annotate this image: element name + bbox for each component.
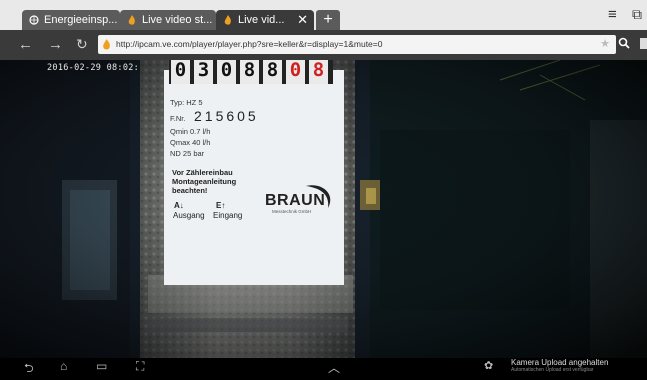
reload-icon[interactable]: ↻: [76, 36, 88, 53]
tab-strip: Energieeinsp... Live video st... Live vi…: [0, 0, 647, 30]
serial-number: 215605: [194, 108, 259, 124]
back-arrow-icon[interactable]: ←: [18, 36, 33, 53]
qmin-spec: Qmin 0.7 l/h: [170, 127, 211, 136]
counter-digit: 0: [217, 60, 236, 84]
flame-icon: [224, 15, 231, 25]
tab-label: Live vid...: [238, 14, 285, 26]
screenshot-icon[interactable]: ⛶: [136, 359, 144, 374]
brand-subtitle: Messtechnik GmbH: [272, 209, 312, 214]
notice-line: Vor Zählereinbau: [172, 168, 233, 177]
counter-digit: 3: [194, 60, 213, 84]
meter-type: Typ: HZ 5: [170, 98, 203, 107]
new-tab-button[interactable]: +: [316, 10, 340, 30]
bookmark-star-icon[interactable]: ★: [600, 35, 610, 54]
search-icon[interactable]: [618, 37, 630, 49]
close-tab-icon[interactable]: ✕: [297, 10, 308, 30]
address-bar: ← → ↻ http://ipcam.ve.com/player/player.…: [0, 30, 647, 60]
tab-switcher-icon[interactable]: ⧉: [632, 6, 642, 23]
url-field[interactable]: http://ipcam.ve.com/player/player.php?sr…: [98, 35, 616, 54]
chevron-up-icon[interactable]: ︿: [328, 359, 340, 376]
video-timestamp: 2016-02-29 08:02:: [47, 63, 140, 73]
recent-apps-icon[interactable]: ▭: [96, 359, 107, 373]
counter-digit-red: 8: [309, 60, 328, 84]
tab-label: Live video st...: [142, 14, 213, 26]
meter-counter: 0 3 0 8 8 0 8: [169, 60, 333, 84]
ausgang-code: A↓: [174, 201, 184, 210]
counter-digit-red: 0: [286, 60, 305, 84]
nd-spec: ND 25 bar: [170, 149, 205, 158]
serial-label: F.Nr.: [170, 114, 186, 123]
tab-energieeinsp[interactable]: Energieeinsp...: [22, 10, 120, 30]
qmax-spec: Qmax 40 l/h: [170, 138, 211, 147]
flame-icon: [128, 15, 135, 25]
eingang-label: Eingang: [213, 211, 243, 220]
home-icon[interactable]: ⌂: [60, 359, 67, 373]
counter-digit: 8: [263, 60, 282, 84]
tab-live-vid-active[interactable]: Live vid... ✕: [216, 10, 314, 30]
notice-line: beachten!: [172, 186, 208, 195]
ausgang-label: Ausgang: [173, 211, 205, 220]
counter-digit: 0: [171, 60, 190, 84]
counter-digit: 8: [240, 60, 259, 84]
status-subtext: Automatischen Upload erst verfügbar: [511, 367, 594, 373]
globe-icon: [29, 15, 39, 25]
status-text: Kamera Upload angehalten: [511, 358, 609, 367]
overflow-menu-icon[interactable]: ≡: [608, 6, 617, 23]
notice-line: Montageanleitung: [172, 177, 237, 186]
url-text: http://ipcam.ve.com/player/player.php?sr…: [116, 39, 383, 49]
bookmarks-icon[interactable]: [640, 38, 647, 49]
back-icon[interactable]: ⮌: [24, 359, 34, 380]
tab-live-video-st[interactable]: Live video st...: [120, 10, 216, 30]
tab-label: Energieeinsp...: [44, 14, 118, 26]
brand-logo: BRAUN: [265, 192, 326, 209]
eingang-code: E↑: [216, 201, 226, 210]
system-navigation-bar: ⮌ ⌂ ▭ ⛶ ︿ ✿ Kamera Upload angehalten Aut…: [0, 358, 647, 376]
notification-icon[interactable]: ✿: [484, 359, 493, 372]
video-stream[interactable]: 0 3 0 8 8 0 8 Typ: HZ 5 F.Nr. 215605 Qmi…: [0, 60, 647, 358]
flame-icon: [103, 39, 110, 50]
forward-arrow-icon[interactable]: →: [48, 36, 63, 53]
